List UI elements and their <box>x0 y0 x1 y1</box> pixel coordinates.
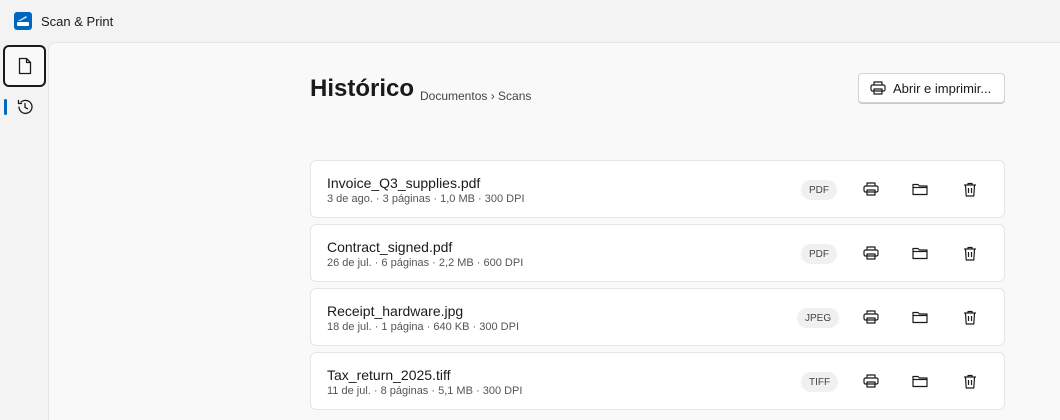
printer-icon <box>863 374 879 388</box>
folder-icon <box>912 311 928 324</box>
printer-icon <box>870 81 893 95</box>
open-folder-button[interactable] <box>909 178 931 200</box>
app-title: Scan & Print <box>41 14 114 29</box>
print-button[interactable] <box>860 242 882 264</box>
file-name: Contract_signed.pdf <box>327 239 453 255</box>
title-bar: Scan & Print <box>0 0 1060 42</box>
trash-icon <box>964 374 976 389</box>
file-type-badge: PDF <box>801 244 837 264</box>
file-name: Receipt_hardware.jpg <box>327 303 464 319</box>
delete-button[interactable] <box>959 306 981 328</box>
trash-icon <box>964 182 976 197</box>
sidebar <box>0 42 48 420</box>
page-title: Histórico <box>310 75 415 102</box>
file-type-badge: PDF <box>801 180 837 200</box>
folder-icon <box>912 183 928 196</box>
file-list-item[interactable]: Contract_signed.pdf 26 de jul. · 6 págin… <box>310 224 1005 282</box>
print-button[interactable] <box>860 178 882 200</box>
file-type-badge: TIFF <box>801 372 839 392</box>
open-and-print-button[interactable]: Abrir e imprimir... <box>858 73 1005 103</box>
file-list-item[interactable]: Tax_return_2025.tiff 11 de jul. · 8 pági… <box>310 352 1005 410</box>
file-list-item[interactable]: Receipt_hardware.jpg 18 de jul. · 1 pági… <box>310 288 1005 346</box>
delete-button[interactable] <box>959 370 981 392</box>
print-button[interactable] <box>860 370 882 392</box>
breadcrumb[interactable]: Documentos › Scans <box>420 89 531 103</box>
delete-button[interactable] <box>959 178 981 200</box>
history-icon <box>16 98 34 116</box>
file-list-item[interactable]: Invoice_Q3_supplies.pdf 3 de ago. · 3 pá… <box>310 160 1005 218</box>
trash-icon <box>964 246 976 261</box>
printer-icon <box>863 246 879 260</box>
file-name: Tax_return_2025.tiff <box>327 367 451 383</box>
file-metadata: 3 de ago. · 3 páginas · 1,0 MB · 300 DPI <box>327 193 525 205</box>
open-folder-button[interactable] <box>909 242 931 264</box>
file-metadata: 18 de jul. · 1 página · 640 KB · 300 DPI <box>327 321 520 333</box>
printer-icon <box>863 310 879 324</box>
sidebar-item-history[interactable] <box>3 86 46 128</box>
file-type-badge: JPEG <box>797 308 840 328</box>
document-icon <box>17 57 33 75</box>
open-folder-button[interactable] <box>909 370 931 392</box>
print-button[interactable] <box>860 306 882 328</box>
file-metadata: 11 de jul. · 8 páginas · 5,1 MB · 300 DP… <box>327 385 523 397</box>
printer-icon <box>863 182 879 196</box>
scanner-app-icon <box>14 12 32 30</box>
open-folder-button[interactable] <box>909 306 931 328</box>
file-metadata: 26 de jul. · 6 páginas · 2,2 MB · 600 DP… <box>327 257 524 269</box>
trash-icon <box>964 310 976 325</box>
sidebar-item-documents[interactable] <box>3 45 46 87</box>
delete-button[interactable] <box>959 242 981 264</box>
file-name: Invoice_Q3_supplies.pdf <box>327 175 481 191</box>
folder-icon <box>912 247 928 260</box>
open-and-print-label: Abrir e imprimir... <box>893 80 992 96</box>
folder-icon <box>912 375 928 388</box>
